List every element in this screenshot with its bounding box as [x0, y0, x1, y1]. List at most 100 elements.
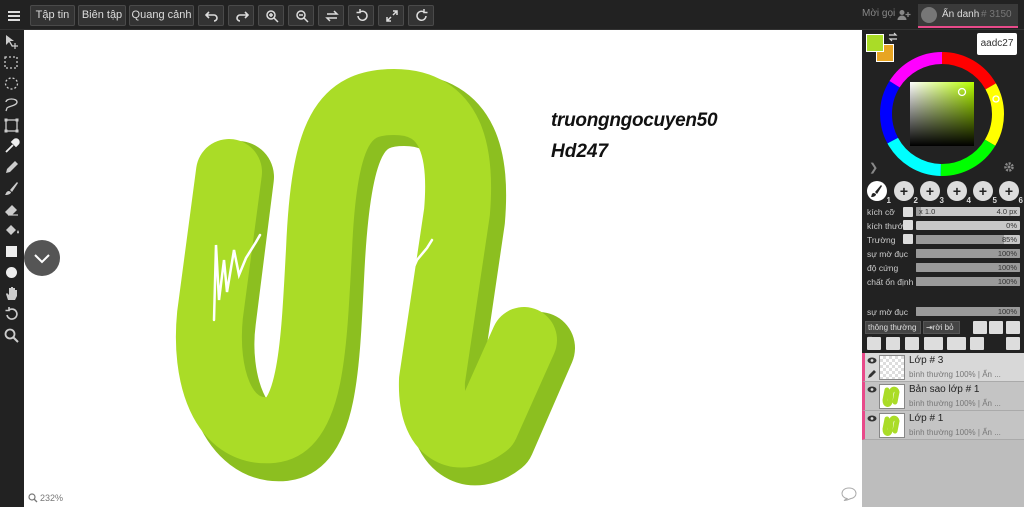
zoom-out-button[interactable] — [288, 5, 314, 26]
expand-icon — [386, 10, 398, 22]
ellipse-select-icon[interactable] — [3, 75, 20, 92]
brush-slot-4[interactable]: +4 — [947, 181, 971, 205]
undo-icon — [205, 11, 218, 22]
brush-icon[interactable] — [3, 180, 20, 197]
rect-select-icon[interactable] — [3, 54, 20, 71]
fit-screen-button[interactable] — [378, 5, 404, 26]
color-wheel[interactable] — [878, 50, 1006, 178]
transfer-layer-button[interactable] — [947, 337, 966, 350]
layer-opacity-slider[interactable]: 100% — [916, 307, 1020, 316]
chevron-down-icon — [34, 254, 50, 264]
brush-icon — [871, 185, 882, 197]
layer-meta: bình thường 100% | Ẩn ... — [909, 428, 1001, 437]
gear-icon[interactable] — [1003, 161, 1015, 173]
layer-item[interactable]: Bản sao lớp # 1 bình thường 100% | Ẩn ..… — [862, 382, 1024, 411]
hardness-label: độ cứng — [867, 263, 899, 273]
layer-menu-button[interactable] — [989, 321, 1003, 334]
add-user-icon[interactable] — [897, 9, 911, 21]
layer-item[interactable]: Lớp # 1 bình thường 100% | Ẩn ... — [862, 411, 1024, 440]
layer-name: Bản sao lớp # 1 — [909, 384, 980, 395]
search-layer-button[interactable] — [970, 337, 984, 350]
eye-icon[interactable] — [867, 386, 877, 393]
rotate-left-button[interactable] — [348, 5, 374, 26]
detach-button[interactable]: ⇥rời bỏ — [923, 321, 960, 334]
chat-icon[interactable] — [841, 487, 857, 501]
layer-meta: bình thường 100% | Ẩn ... — [909, 370, 1001, 379]
blend-mode-select[interactable]: thông thường ▾ — [865, 321, 921, 343]
brush-slot-5[interactable]: +5 — [973, 181, 997, 205]
flip-button[interactable] — [318, 5, 344, 26]
view-menu-button[interactable]: Quang cảnh — [129, 5, 194, 26]
swap-colors-icon[interactable] — [888, 32, 898, 42]
layer-thumbnail — [879, 355, 905, 380]
eye-icon[interactable] — [867, 357, 877, 364]
opacity-slider[interactable]: 100% — [916, 249, 1020, 258]
redo-button[interactable] — [228, 5, 254, 26]
flip-icon — [325, 10, 339, 22]
stabilizer-slider[interactable]: 100% — [916, 277, 1020, 286]
hamburger-menu-icon[interactable] — [4, 5, 24, 26]
stabilizer-label: chất ổn định — [867, 277, 914, 287]
size-label: kích cỡ — [867, 207, 895, 217]
duplicate-layer-button[interactable] — [973, 321, 987, 334]
zoom-out-icon — [296, 10, 309, 23]
rotate-right-icon — [416, 9, 428, 21]
top-toolbar: Tập tin Biên tập Quang cảnh Mời gọi Ẩn d… — [0, 0, 1024, 30]
lasso-icon[interactable] — [3, 96, 20, 113]
pencil-icon[interactable] — [3, 159, 20, 176]
ellipse-shape-icon[interactable] — [3, 264, 20, 281]
eraser-icon[interactable] — [3, 201, 20, 218]
hand-icon[interactable] — [3, 285, 20, 302]
user-tab[interactable]: Ẩn danh # 3150 — [918, 4, 1018, 28]
edit-menu-button[interactable]: Biên tập — [78, 5, 126, 26]
zoom-level: 232% — [40, 493, 64, 503]
right-panel: aadc27 ❯ 1 +2 +3 +4 +5 +6 kích cỡ x 1.0 … — [862, 30, 1024, 507]
size-slider[interactable]: x 1.0 4.0 px — [916, 207, 1020, 216]
left-toolbar — [0, 30, 24, 507]
clip-layer-button[interactable] — [886, 337, 900, 350]
rotate-right-button[interactable] — [408, 5, 434, 26]
eyedropper-icon[interactable] — [3, 138, 20, 155]
eye-icon[interactable] — [867, 415, 877, 422]
rectangle-shape-icon[interactable] — [3, 243, 20, 260]
transform-icon[interactable] — [3, 117, 20, 134]
flow-toggle[interactable] — [903, 234, 913, 244]
spacing-label: kích thước — [867, 221, 908, 231]
layer-name: Lớp # 3 — [909, 355, 944, 366]
opacity-label: sự mờ đục — [867, 249, 909, 259]
zoom-in-button[interactable] — [258, 5, 284, 26]
eraser-layer-button[interactable] — [905, 337, 919, 350]
merge-down-button[interactable] — [924, 337, 943, 350]
zoom-tool-icon[interactable] — [3, 327, 20, 344]
user-number: # 3150 — [981, 9, 1012, 20]
undo-button[interactable] — [198, 5, 224, 26]
hardness-slider[interactable]: 100% — [916, 263, 1020, 272]
spacing-toggle[interactable] — [903, 220, 913, 230]
layers-panel: Lớp # 3 bình thường 100% | Ẩn ... Bản sa… — [862, 353, 1024, 507]
invite-link[interactable]: Mời gọi — [862, 8, 895, 19]
layer-thumbnail — [879, 384, 905, 409]
layer-item[interactable]: Lớp # 3 bình thường 100% | Ẩn ... — [862, 353, 1024, 382]
lock-layer-button[interactable] — [867, 337, 881, 350]
zoom-in-icon — [266, 10, 279, 23]
brush-slot-1[interactable]: 1 — [867, 181, 891, 205]
paint-app: Tập tin Biên tập Quang cảnh Mời gọi Ẩn d… — [0, 0, 1024, 507]
file-menu-button[interactable]: Tập tin — [30, 5, 75, 26]
brush-slot-3[interactable]: +3 — [920, 181, 944, 205]
size-pressure-toggle[interactable] — [903, 207, 913, 217]
paint-bucket-icon[interactable] — [3, 222, 20, 239]
delete-layer-button[interactable] — [1006, 337, 1020, 350]
user-name: Ẩn danh — [942, 9, 980, 20]
drawing-canvas[interactable]: truongngocuyen50 Hd247 232% — [24, 30, 862, 507]
brush-slot-6[interactable]: +6 — [999, 181, 1023, 205]
brush-slot-2[interactable]: +2 — [894, 181, 918, 205]
new-layer-button[interactable] — [1006, 321, 1020, 334]
rotate-view-icon[interactable] — [3, 306, 20, 323]
collapse-panel-button[interactable] — [24, 240, 60, 276]
canvas-text-line-2: Hd247 — [551, 141, 609, 162]
spacing-slider[interactable]: 0% — [916, 221, 1020, 230]
expand-chevron-icon[interactable]: ❯ — [869, 161, 878, 174]
layer-opacity-label: sự mờ đục — [867, 307, 909, 317]
move-tool-icon[interactable] — [3, 33, 20, 50]
flow-slider[interactable]: 85% — [916, 235, 1020, 244]
